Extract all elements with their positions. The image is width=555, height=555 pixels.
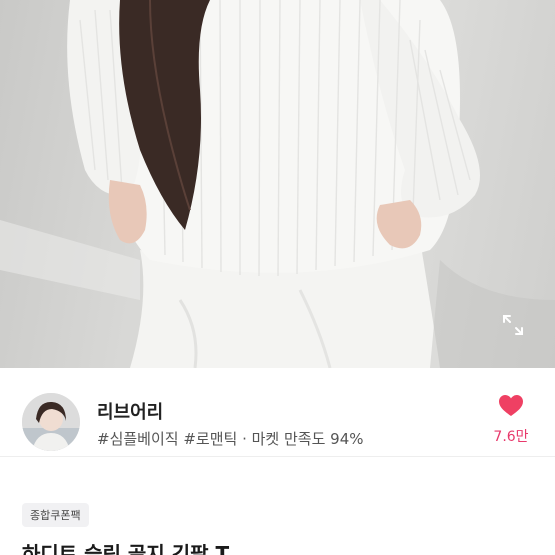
product-title: 하디트 슬림 골지 긴팔 T <box>22 542 230 555</box>
shop-avatar-image <box>22 393 80 451</box>
coupon-pack-badge[interactable]: 종합쿠폰팩 <box>22 503 89 527</box>
like-count: 7.6만 <box>493 429 529 445</box>
shop-avatar[interactable] <box>22 393 80 451</box>
product-photo[interactable] <box>0 0 555 368</box>
shop-tags: #심플베이직 #로맨틱 · 마켓 만족도 94% <box>97 430 364 448</box>
product-page: 리브어리 #심플베이직 #로맨틱 · 마켓 만족도 94% 7.6만 종합쿠폰팩… <box>0 0 555 555</box>
expand-icon <box>503 315 523 335</box>
product-photo-illustration <box>0 0 555 368</box>
heart-icon <box>499 395 523 416</box>
shop-name[interactable]: 리브어리 <box>97 398 163 424</box>
like-button[interactable]: 7.6만 <box>482 394 540 446</box>
shop-info-row: 리브어리 #심플베이직 #로맨틱 · 마켓 만족도 94% 7.6만 <box>0 368 555 457</box>
expand-image-button[interactable] <box>501 313 531 343</box>
